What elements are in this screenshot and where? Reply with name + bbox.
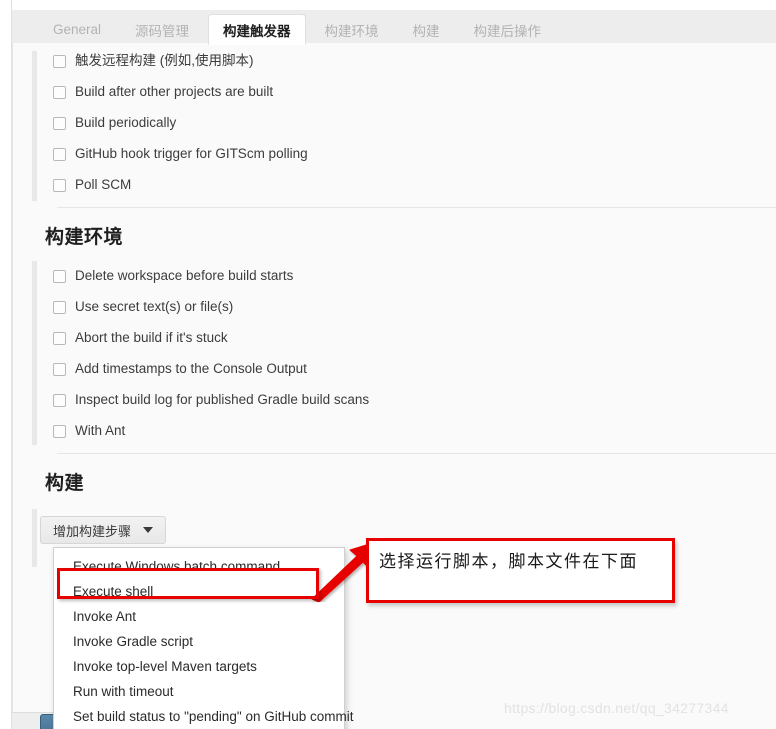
watermark-text: https://blog.csdn.net/qq_34277344 [504,700,729,716]
checkbox-row-add-timestamps[interactable]: Add timestamps to the Console Output [53,360,307,378]
checkbox-row-delete-workspace[interactable]: Delete workspace before build starts [53,267,293,285]
checkbox-label: Add timestamps to the Console Output [75,361,307,376]
menu-item-invoke-gradle-script[interactable]: Invoke Gradle script [54,629,344,654]
checkbox-build-after-other-projects[interactable] [53,85,66,99]
add-build-step-button[interactable]: 增加构建步骤 [40,516,167,544]
build-section-title: 构建 [45,473,85,494]
checkbox-row-inspect-build-log[interactable]: Inspect build log for published Gradle b… [53,391,369,409]
jenkins-config-page: General 源码管理 构建触发器 构建环境 构建 构建后操作 触发远程构建 … [0,0,776,729]
checkbox-row-build-after-other-projects[interactable]: Build after other projects are built [53,83,273,101]
checkbox-abort-if-stuck[interactable] [53,331,66,345]
checkbox-label: Inspect build log for published Gradle b… [75,392,370,407]
menu-item-execute-shell[interactable]: Execute shell [54,579,344,604]
checkbox-row-use-secret-text[interactable]: Use secret text(s) or file(s) [53,298,233,316]
add-build-step-label: 增加构建步骤 [53,523,132,539]
menu-item-invoke-top-level-maven-targets[interactable]: Invoke top-level Maven targets [54,654,344,679]
tab-label: 构建后操作 [473,23,542,39]
checkbox-build-periodically[interactable] [53,116,66,130]
config-tab-bar: General 源码管理 构建触发器 构建环境 构建 构建后操作 [12,10,776,45]
checkbox-row-github-hook-trigger[interactable]: GitHub hook trigger for GITScm polling [53,145,308,163]
build-gutter-bar [32,509,37,567]
tab-source-management[interactable]: 源码管理 [120,14,204,44]
checkbox-label: With Ant [75,423,126,438]
menu-item-execute-windows-batch-command[interactable]: Execute Windows batch command [54,554,344,579]
checkbox-inspect-build-log[interactable] [53,393,66,407]
build-env-section-divider [57,207,776,208]
tab-label: 构建 [412,23,440,39]
checkbox-row-build-periodically[interactable]: Build periodically [53,114,176,132]
checkbox-row-trigger-remote-build[interactable]: 触发远程构建 (例如,使用脚本) [53,52,254,70]
checkbox-delete-workspace[interactable] [53,269,66,283]
chevron-down-icon [143,527,154,533]
tab-label: General [53,22,102,37]
checkbox-label: Poll SCM [75,177,132,192]
tab-general[interactable]: General [38,14,116,44]
triggers-gutter-bar [32,51,37,201]
checkbox-with-ant[interactable] [53,424,66,438]
build-env-section-title: 构建环境 [45,227,124,248]
annotation-text: 选择运行脚本，脚本文件在下面 [379,552,638,572]
tab-label: 构建环境 [324,23,379,39]
checkbox-label: Delete workspace before build starts [75,268,294,283]
checkbox-row-with-ant[interactable]: With Ant [53,422,125,440]
menu-item-set-build-status-pending[interactable]: Set build status to "pending" on GitHub … [54,704,353,729]
build-step-dropdown-menu[interactable]: Execute Windows batch command Execute sh… [53,547,353,729]
tab-label: 构建触发器 [223,23,291,39]
checkbox-label: Use secret text(s) or file(s) [75,299,234,314]
tab-post-build-actions[interactable]: 构建后操作 [459,14,557,44]
tab-label: 源码管理 [135,23,190,39]
checkbox-row-abort-if-stuck[interactable]: Abort the build if it's stuck [53,329,228,347]
checkbox-label: Build periodically [75,115,177,130]
tab-build[interactable]: 构建 [398,14,455,44]
checkbox-trigger-remote-build[interactable] [53,54,66,68]
checkbox-label: Abort the build if it's stuck [75,330,228,345]
menu-item-run-with-timeout[interactable]: Run with timeout [54,679,344,704]
checkbox-label: Build after other projects are built [75,84,274,99]
tab-build-environment[interactable]: 构建环境 [310,14,394,44]
checkbox-add-timestamps[interactable] [53,362,66,376]
build-env-gutter-bar [32,261,37,445]
annotation-callout-box: 选择运行脚本，脚本文件在下面 [366,538,675,603]
tab-build-triggers[interactable]: 构建触发器 [208,14,306,45]
checkbox-label: GitHub hook trigger for GITScm polling [75,146,308,161]
checkbox-poll-scm[interactable] [53,178,66,192]
checkbox-use-secret-text[interactable] [53,300,66,314]
checkbox-row-poll-scm[interactable]: Poll SCM [53,176,131,194]
checkbox-github-hook-trigger[interactable] [53,147,66,161]
build-section-divider [57,453,776,454]
menu-item-invoke-ant[interactable]: Invoke Ant [54,604,344,629]
checkbox-label: 触发远程构建 (例如,使用脚本) [75,53,254,68]
